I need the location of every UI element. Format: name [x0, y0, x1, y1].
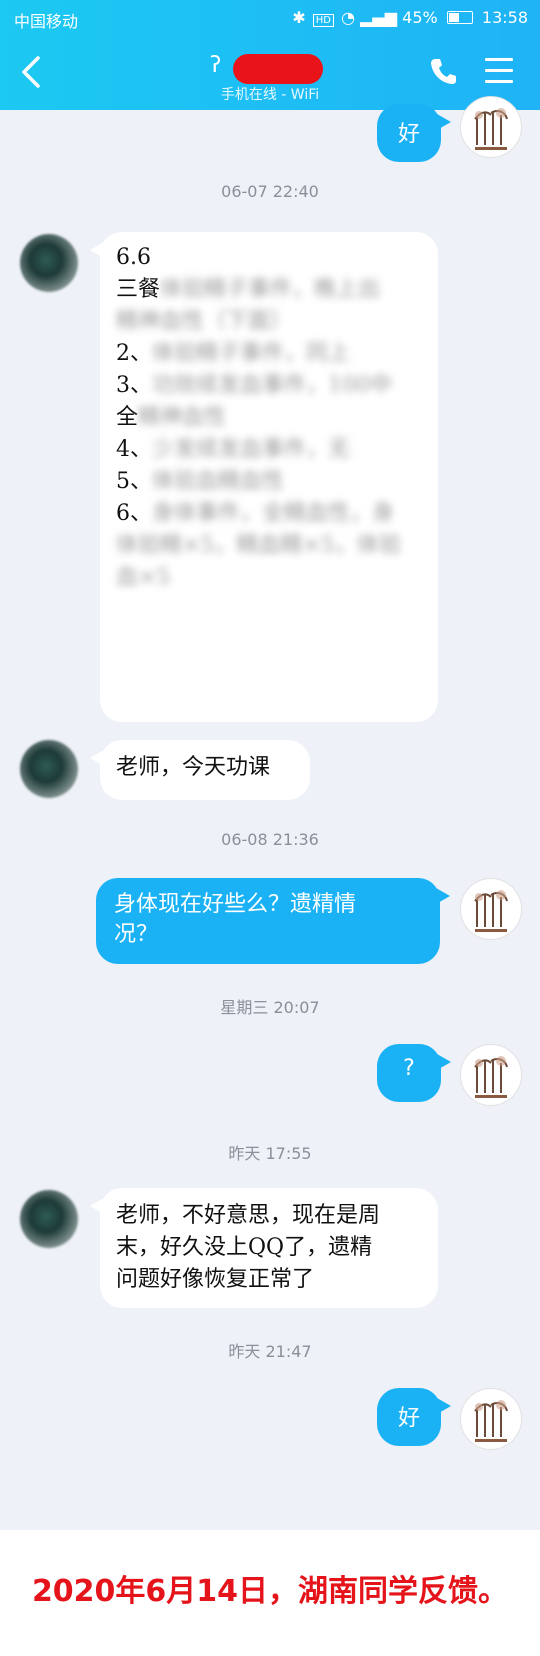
message-text: 老师，今天功课 — [116, 755, 271, 780]
message-line: 问题好像恢复正常了 — [116, 1267, 315, 1292]
timestamp: 06-08 21:36 — [221, 830, 319, 849]
message-bubble-other[interactable]: 老师，今天功课 — [90, 740, 310, 800]
phone-icon[interactable] — [428, 56, 458, 86]
message-line: 6.6 — [116, 245, 151, 270]
tree-logo-icon — [474, 1400, 508, 1442]
message-line: 末，好久没上QQ了，遗精 — [116, 1235, 373, 1260]
caption-panel: 2020年6月14日，湖南同学反馈。 — [0, 1530, 540, 1656]
tree-logo-icon — [474, 890, 508, 932]
status-bar: 中国移动 ✱ HD ◔ ▂▄▆ 45% 13:58 — [0, 0, 540, 36]
battery-percent: 45% — [402, 8, 438, 27]
timestamp: 06-07 22:40 — [221, 182, 319, 201]
message-bubble-self[interactable]: 好 — [377, 104, 451, 162]
avatar-self[interactable] — [460, 878, 522, 940]
ear-icon: ʔ — [210, 53, 222, 78]
carrier-name: 中国移动 — [14, 12, 79, 31]
message-line: 体验精×5，精血精×5，体验 — [116, 533, 401, 558]
avatar-self[interactable] — [460, 1388, 522, 1450]
battery-icon — [446, 11, 473, 24]
clock: 13:58 — [481, 8, 528, 27]
timestamp: 昨天 21:47 — [228, 1342, 312, 1361]
tree-logo-icon — [474, 108, 508, 150]
message-line: 况？ — [114, 922, 159, 947]
online-status: 手机在线 - WiFi — [220, 87, 320, 103]
message-bubble-other[interactable]: 老师，不好意思，现在是周 末，好久没上QQ了，遗精 问题好像恢复正常了 — [90, 1188, 438, 1308]
avatar-self[interactable] — [460, 96, 522, 158]
message-line: 4、少发续发血事件，无 — [116, 437, 351, 462]
timestamp: 昨天 17:55 — [228, 1144, 312, 1163]
timestamp: 星期三 20:07 — [220, 998, 320, 1017]
message-line: 身体现在好些么？遗精情 — [114, 892, 357, 917]
bluetooth-icon: ✱ — [292, 8, 306, 27]
message-text: 好 — [397, 1406, 420, 1431]
message-line: 5、体验血精血性 — [116, 469, 285, 494]
avatar-other[interactable] — [20, 740, 78, 798]
menu-icon[interactable] — [485, 58, 513, 84]
message-text: ? — [403, 1056, 415, 1081]
message-text: 好 — [397, 122, 420, 147]
contact-name-redacted — [233, 54, 323, 84]
signal-icon: ▂▄▆ — [360, 8, 398, 27]
hd-icon: HD — [312, 14, 334, 27]
message-line: 老师，不好意思，现在是周 — [116, 1203, 381, 1228]
tree-logo-icon — [474, 1056, 508, 1098]
status-right: ✱ HD ◔ ▂▄▆ 45% 13:58 — [292, 8, 528, 27]
message-line: 6、身体事件，全精血性，身 — [116, 501, 395, 526]
message-line: 血×5 — [116, 565, 171, 590]
message-bubble-self[interactable]: ? — [377, 1044, 451, 1102]
message-bubble-self[interactable]: 好 — [377, 1388, 451, 1446]
message-bubble-self[interactable]: 身体现在好些么？遗精情 况？ — [96, 878, 450, 964]
avatar-other[interactable] — [20, 234, 78, 292]
message-line: 3、功效续发血事件，100中 — [116, 373, 392, 398]
message-line: 全精神血性 — [116, 405, 227, 430]
chat-area[interactable]: 好 06-07 22:40 6.6 三餐体验精子事件，晚上出 精神血性（下面） … — [0, 96, 540, 1530]
message-line: 三餐体验精子事件，晚上出 — [116, 277, 381, 302]
message-line: 2、体验精子事件，同上 — [116, 341, 351, 366]
caption-text: 2020年6月14日，湖南同学反馈。 — [31, 1574, 509, 1609]
avatar-self[interactable] — [460, 1044, 522, 1106]
wifi-icon: ◔ — [341, 8, 356, 27]
chat-header: ʔ 手机在线 - WiFi — [0, 36, 540, 110]
message-bubble-other[interactable]: 6.6 三餐体验精子事件，晚上出 精神血性（下面） 2、体验精子事件，同上 3、… — [90, 232, 438, 722]
message-line: 精神血性（下面） — [116, 309, 293, 334]
avatar-other[interactable] — [20, 1190, 78, 1248]
